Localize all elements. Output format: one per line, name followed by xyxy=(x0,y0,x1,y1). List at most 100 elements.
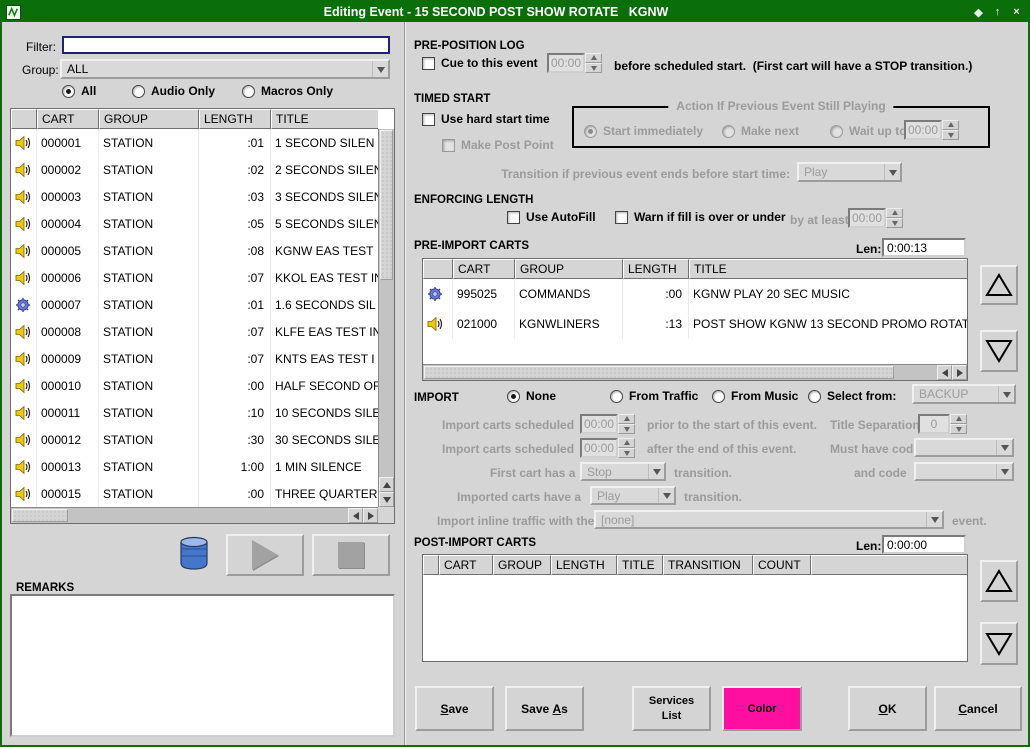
cart-row[interactable]: 000001 STATION :01 1 SECOND SILEN xyxy=(11,129,378,156)
cart-row[interactable]: 000005 STATION :08 KGNW EAS TEST xyxy=(11,237,378,264)
cart-title: THREE QUARTER xyxy=(271,480,378,507)
sticky-icon[interactable]: ◆ xyxy=(971,5,986,20)
cart-number: 000002 xyxy=(37,156,99,183)
cart-row[interactable]: 000011 STATION :10 10 SECONDS SILE xyxy=(11,399,378,426)
cart-length: :01 xyxy=(199,291,271,318)
titlebar[interactable]: Editing Event - 15 SECOND POST SHOW ROTA… xyxy=(2,2,1028,22)
cart-row[interactable]: 000004 STATION :05 5 SECONDS SILEN xyxy=(11,210,378,237)
title-separation-label: Title Separation xyxy=(830,418,920,432)
cart-row[interactable]: 000006 STATION :07 KKOL EAS TEST IN xyxy=(11,264,378,291)
spin-down-icon xyxy=(950,424,967,434)
cart-group: STATION xyxy=(99,264,199,291)
close-icon[interactable]: × xyxy=(1009,5,1024,20)
cue-time-spinner: 00:00 xyxy=(547,53,602,73)
import-from-traffic-radio[interactable]: From Traffic xyxy=(610,389,698,403)
stop-icon xyxy=(338,542,364,568)
post-import-move-down-button[interactable] xyxy=(980,622,1018,665)
import-from-music-radio[interactable]: From Music xyxy=(712,389,798,403)
radio-dot xyxy=(584,125,597,138)
scroll-right-icon[interactable] xyxy=(363,508,378,523)
cart-row[interactable]: 000003 STATION :03 3 SECONDS SILEN xyxy=(11,183,378,210)
col-length[interactable]: LENGTH xyxy=(551,555,617,575)
group-select[interactable]: ALL xyxy=(60,59,390,79)
cart-row[interactable]: 000015 STATION :00 THREE QUARTER xyxy=(11,480,378,507)
filter-macros-only-radio[interactable]: Macros Only xyxy=(242,84,333,98)
scroll-left-icon[interactable] xyxy=(937,365,952,380)
col-cart[interactable]: CART xyxy=(439,555,493,575)
services-list-button[interactable]: Services List xyxy=(632,686,711,731)
cart-row[interactable]: 000002 STATION :02 2 SECONDS SILEN xyxy=(11,156,378,183)
stop-button xyxy=(312,534,390,576)
col-cart[interactable]: CART xyxy=(453,259,515,279)
maximize-icon[interactable]: ↑ xyxy=(990,5,1005,20)
cart-title: KKOL EAS TEST IN xyxy=(271,264,378,291)
col-icon[interactable] xyxy=(423,555,439,575)
col-cart[interactable]: CART xyxy=(37,109,99,129)
import-select-from-radio[interactable]: Select from: xyxy=(808,389,896,403)
post-import-move-up-button[interactable] xyxy=(980,560,1018,602)
vertical-scrollbar[interactable] xyxy=(378,129,394,507)
col-group[interactable]: GROUP xyxy=(515,259,623,279)
sound-panel-icon[interactable] xyxy=(178,535,210,578)
cart-type-icon xyxy=(11,372,37,399)
hard-start-checkbox[interactable]: Use hard start time xyxy=(422,112,550,126)
filter-input[interactable] xyxy=(62,36,390,54)
pre-position-log-label: PRE-POSITION LOG xyxy=(414,40,525,52)
cart-row[interactable]: 000013 STATION 1:00 1 MIN SILENCE xyxy=(11,453,378,480)
cart-number: 000004 xyxy=(37,210,99,237)
cart-group: STATION xyxy=(99,183,199,210)
scrollbar-thumb[interactable] xyxy=(380,130,393,280)
scroll-down-icon[interactable] xyxy=(379,492,394,507)
spin-up-icon xyxy=(942,120,959,130)
horizontal-scrollbar[interactable] xyxy=(11,507,378,523)
pre-import-row[interactable]: 021000 KGNWLINERS :13 POST SHOW KGNW 13 … xyxy=(423,309,967,339)
cart-row[interactable]: 000012 STATION :30 30 SECONDS SILE xyxy=(11,426,378,453)
col-icon[interactable] xyxy=(423,259,453,279)
chevron-down-icon xyxy=(926,512,942,527)
cart-row[interactable]: 000009 STATION :07 KNTS EAS TEST I xyxy=(11,345,378,372)
cart-type-icon xyxy=(11,399,37,426)
color-button[interactable]: Color xyxy=(722,686,802,731)
cart-number: 000015 xyxy=(37,480,99,507)
horizontal-scrollbar[interactable] xyxy=(423,364,967,380)
cart-row[interactable]: 000008 STATION :07 KLFE EAS TEST IN xyxy=(11,318,378,345)
col-length[interactable]: LENGTH xyxy=(623,259,689,279)
cart-row[interactable]: 000007 STATION :01 1.6 SECONDS SIL xyxy=(11,291,378,318)
pre-import-move-down-button[interactable] xyxy=(980,330,1018,372)
col-count[interactable]: COUNT xyxy=(753,555,811,575)
col-icon[interactable] xyxy=(11,109,37,129)
warn-fill-checkbox[interactable]: Warn if fill is over or under xyxy=(615,210,786,224)
cancel-button[interactable]: Cancel xyxy=(934,686,1022,731)
cart-row[interactable]: 000010 STATION :00 HALF SECOND OF xyxy=(11,372,378,399)
pre-import-move-up-button[interactable] xyxy=(980,265,1018,305)
import-none-radio[interactable]: None xyxy=(507,389,556,403)
scroll-left-icon[interactable] xyxy=(348,508,363,523)
col-title[interactable]: TITLE xyxy=(617,555,663,575)
use-autofill-checkbox[interactable]: Use AutoFill xyxy=(507,210,596,224)
spin-down-icon xyxy=(942,130,959,140)
must-have-code-label: Must have code xyxy=(830,442,920,456)
cart-group: STATION xyxy=(99,210,199,237)
remarks-textarea[interactable] xyxy=(10,594,395,737)
filter-audio-only-radio[interactable]: Audio Only xyxy=(132,84,215,98)
scroll-right-icon[interactable] xyxy=(952,365,967,380)
pre-import-row[interactable]: 995025 COMMANDS :00 KGNW PLAY 20 SEC MUS… xyxy=(423,279,967,309)
chevron-down-icon xyxy=(998,386,1014,402)
col-transition[interactable]: TRANSITION xyxy=(663,555,753,575)
filter-all-radio[interactable]: All xyxy=(62,84,96,98)
col-group[interactable]: GROUP xyxy=(493,555,551,575)
col-title[interactable]: TITLE xyxy=(271,109,378,129)
save-button[interactable]: Save xyxy=(415,686,494,731)
ok-button[interactable]: OK xyxy=(848,686,927,731)
scrollbar-thumb[interactable] xyxy=(424,366,894,379)
col-title[interactable]: TITLE xyxy=(689,259,967,279)
col-length[interactable]: LENGTH xyxy=(199,109,271,129)
up-arrow-icon xyxy=(985,568,1013,594)
scrollbar-thumb[interactable] xyxy=(12,509,68,522)
select-from-select: BACKUP xyxy=(912,384,1016,404)
col-group[interactable]: GROUP xyxy=(99,109,199,129)
cue-to-event-checkbox[interactable]: Cue to this event xyxy=(422,56,538,70)
save-as-button[interactable]: Save As xyxy=(505,686,584,731)
chevron-down-icon xyxy=(658,488,674,503)
scroll-up-icon[interactable] xyxy=(379,477,394,492)
